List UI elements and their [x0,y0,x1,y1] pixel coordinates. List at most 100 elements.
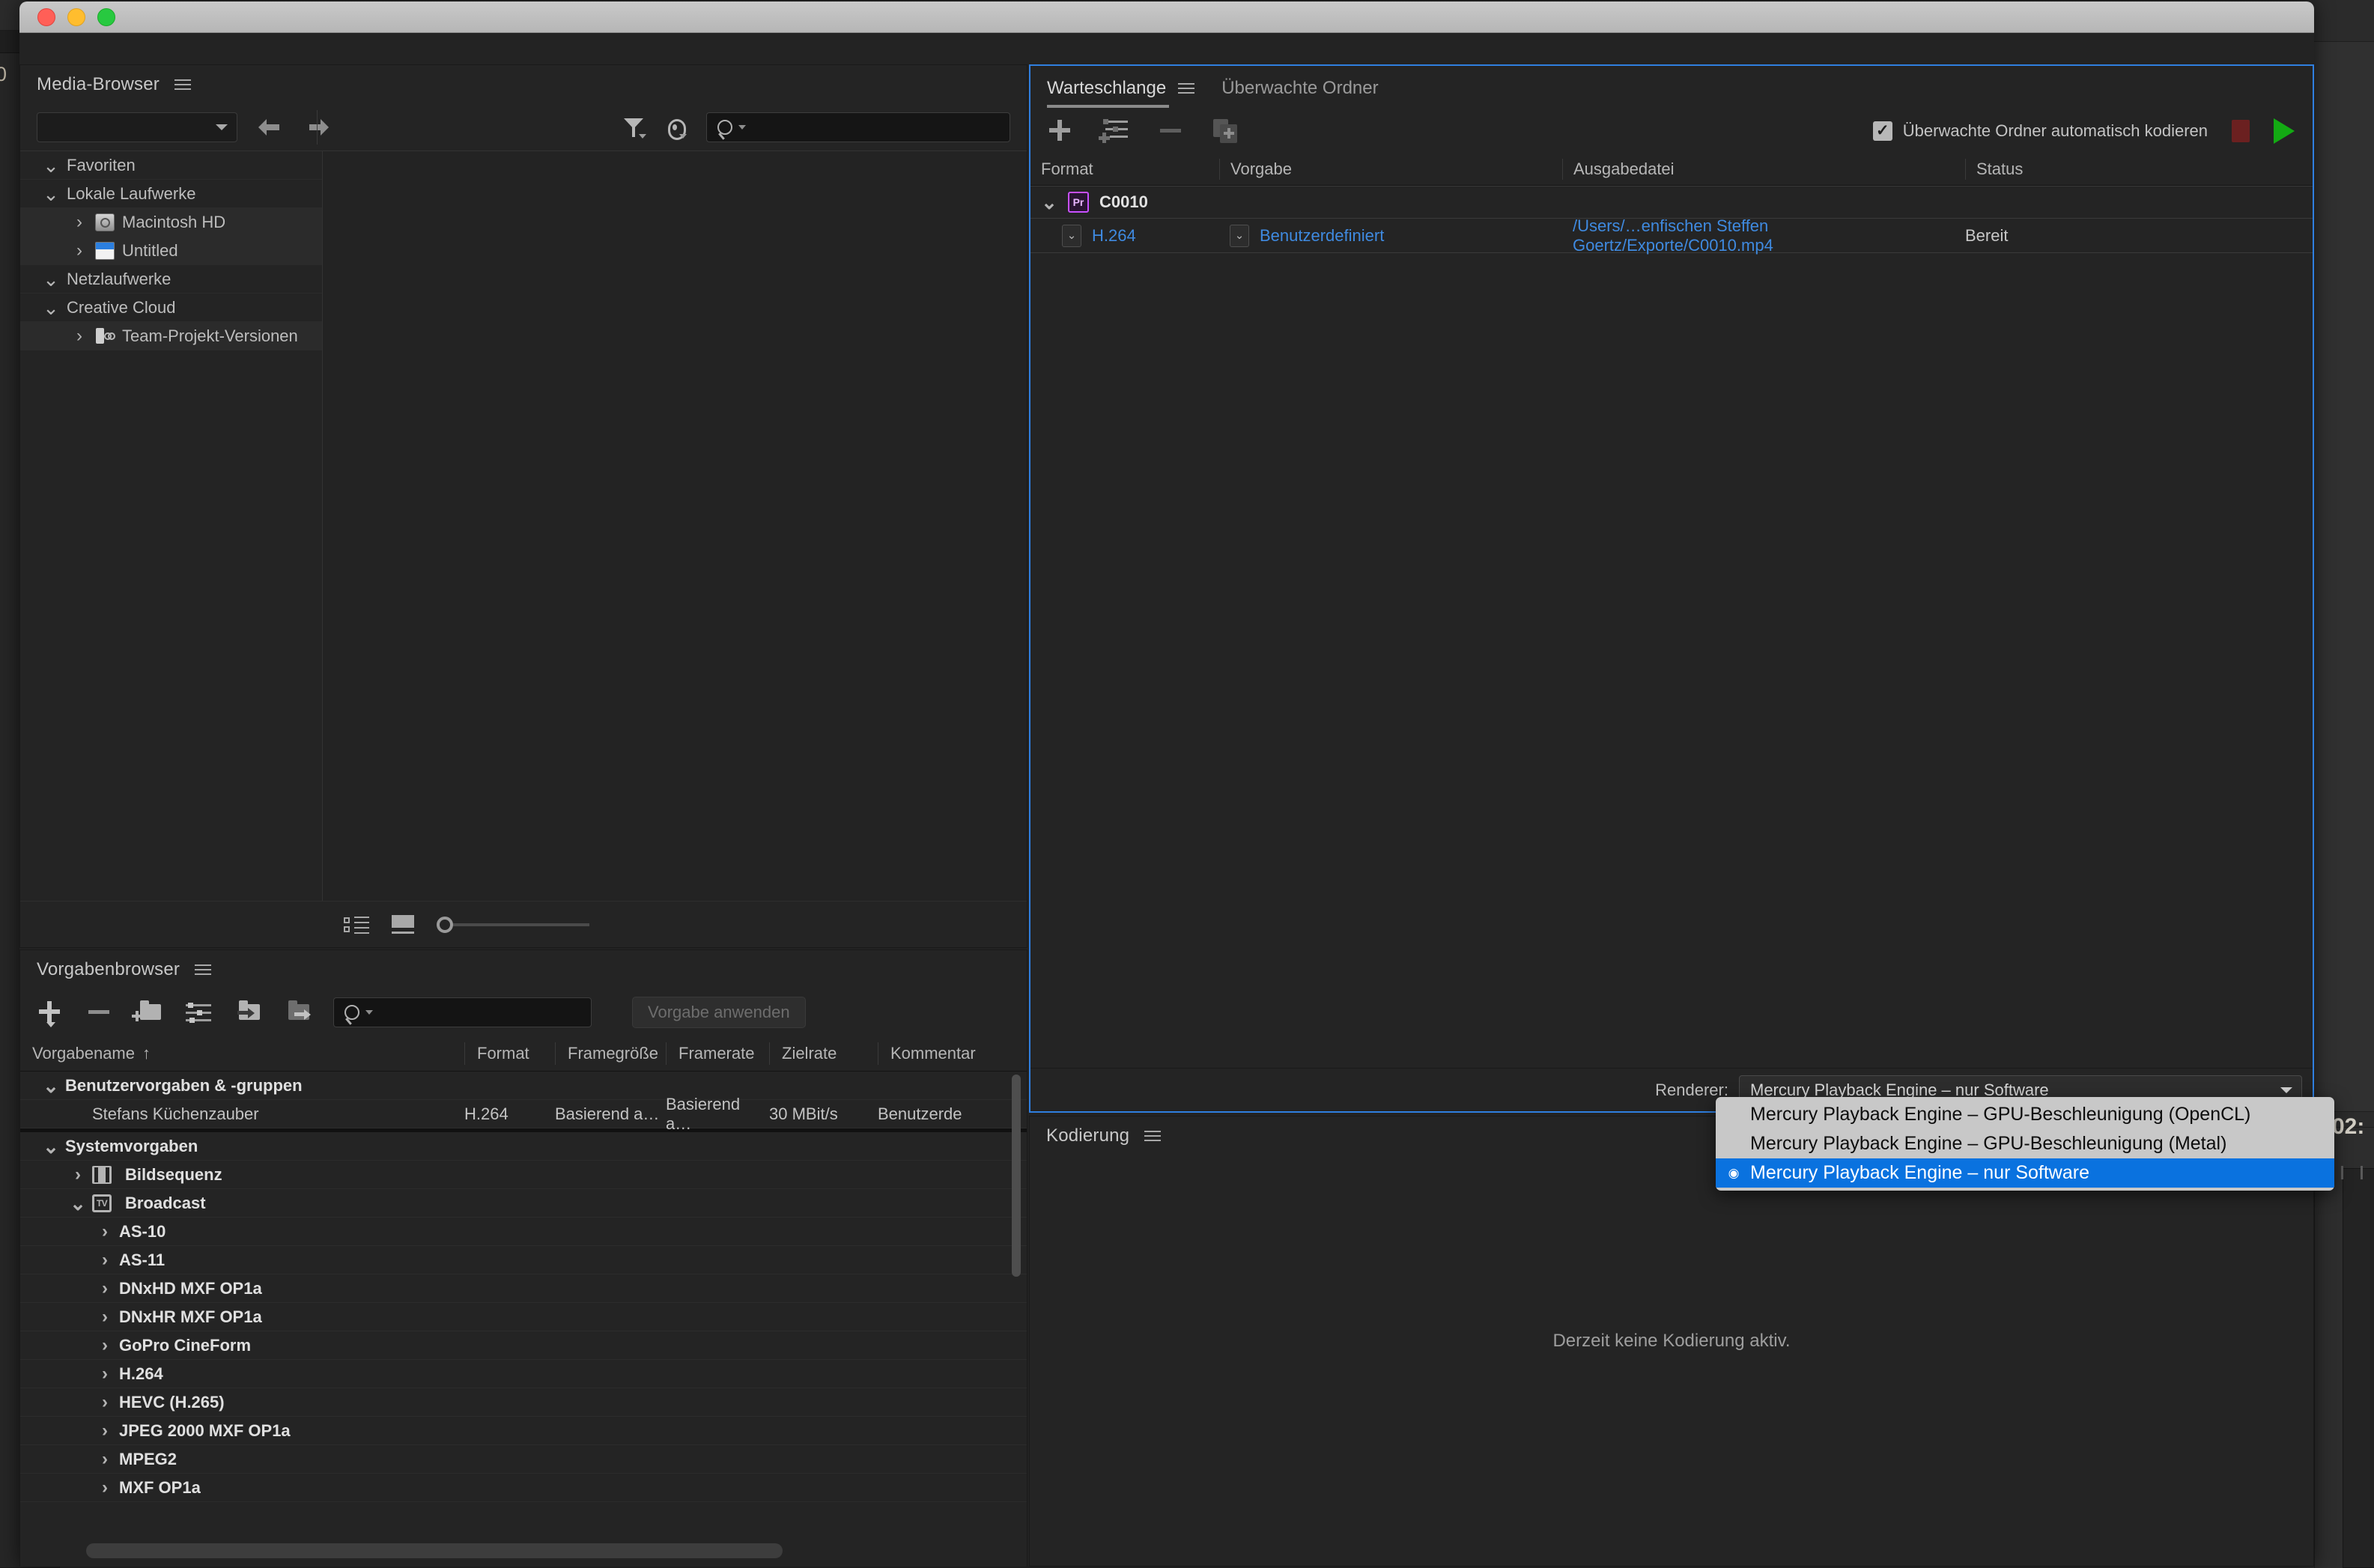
twisty-collapsed-icon[interactable]: › [70,1164,86,1185]
twisty-expanded-icon[interactable]: ⌄ [1041,192,1057,212]
queue-item-format[interactable]: H.264 [1092,226,1136,246]
filter-funnel-icon[interactable] [624,116,646,139]
tab-warteschlange[interactable]: Warteschlange [1047,78,1195,109]
preset-browser-group-row[interactable]: › JPEG 2000 MXF OP1a [20,1417,1027,1445]
back-arrow-icon[interactable] [258,119,284,136]
zoom-slider-knob[interactable] [437,916,453,933]
preset-browser-search-box[interactable] [333,997,592,1027]
preset-settings-icon[interactable] [185,1000,212,1025]
twisty-collapsed-icon[interactable]: › [97,1335,113,1356]
column-header-kommentar[interactable]: Kommentar [878,1042,1027,1065]
column-header-ausgabedatei[interactable]: Ausgabedatei [1562,158,1965,180]
preset-browser-group-row[interactable]: › Bildsequenz [20,1161,1027,1189]
preset-browser-group-row[interactable]: › AS-10 [20,1218,1027,1246]
twisty-collapsed-icon[interactable]: › [97,1307,113,1328]
column-header-framegroesse[interactable]: Framegröße [555,1042,666,1065]
visibility-eye-icon[interactable] [666,116,687,140]
twisty-collapsed-icon[interactable]: › [97,1392,113,1413]
preset-browser-vertical-scrollbar[interactable] [1012,1075,1021,1277]
column-header-format[interactable]: Format [1030,159,1219,180]
maximize-button-icon[interactable] [97,7,115,26]
preset-browser-group-row[interactable]: ⌄ TV Broadcast [20,1189,1027,1218]
thumbnail-zoom-slider[interactable] [437,916,589,933]
queue-tabs[interactable]: Warteschlange Überwachte Ordner [1030,66,2313,109]
media-browser-content-area[interactable] [323,151,1027,901]
twisty-expanded-icon[interactable]: ⌄ [43,1137,59,1156]
media-browser-tree-item[interactable]: ⌄ Netzlaufwerke [20,265,322,294]
media-browser-tree[interactable]: ⌄ Favoriten ⌄ Lokale Laufwerke › Macintosh HD… [20,151,323,901]
search-options-chevron-icon[interactable] [365,1010,373,1015]
queue-item-row[interactable]: ⌄ H.264 ⌄ Benutzerdefiniert/Users/…enfische… [1030,216,2313,255]
twisty-collapsed-icon[interactable]: › [97,1477,113,1498]
preset-browser-group-row[interactable]: ⌄ Systemvorgaben [20,1132,1027,1161]
twisty-collapsed-icon[interactable]: › [71,240,88,261]
window-titlebar[interactable] [19,1,2314,33]
media-browser-tree-item[interactable]: › Untitled [20,237,322,265]
twisty-expanded-icon[interactable]: ⌄ [70,1194,86,1213]
queue-panel-menu-icon[interactable] [1178,83,1195,94]
preset-browser-preset-row[interactable]: Stefans Küchenzauber H.264 Basierend a… Bas… [20,1095,1027,1133]
media-browser-path-dropdown[interactable] [37,112,237,142]
media-browser-tree-item[interactable]: ⌄ Favoriten [20,151,322,180]
preset-browser-group-row[interactable]: ⌄ Benutzervorgaben & -gruppen [20,1072,1027,1100]
media-browser-tree-item[interactable]: ⌄ Creative Cloud [20,294,322,322]
preset-browser-group-row[interactable]: › MXF OP1a [20,1474,1027,1502]
twisty-expanded-icon[interactable]: ⌄ [43,156,59,175]
apply-preset-button[interactable]: Vorgabe anwenden [632,997,806,1028]
column-header-framerate[interactable]: Framerate [666,1042,769,1065]
auto-encode-checkbox[interactable]: ✓ [1872,121,1892,141]
preset-browser-group-row[interactable]: › GoPro CineForm [20,1331,1027,1360]
preset-browser-horizontal-scrollbar[interactable] [86,1543,783,1558]
twisty-collapsed-icon[interactable]: › [97,1278,113,1299]
import-preset-icon[interactable] [234,1000,261,1025]
twisty-collapsed-icon[interactable]: › [71,212,88,233]
renderer-option[interactable]: ◉ Mercury Playback Engine – nur Software [1716,1158,2334,1188]
column-header-format[interactable]: Format [464,1042,555,1065]
queue-list[interactable]: ⌄ Pr C0010 ⌄ H.264 ⌄ Benutzerdefiniert/Users/…… [1030,186,2313,1084]
twisty-expanded-icon[interactable]: ⌄ [43,1076,59,1096]
twisty-collapsed-icon[interactable]: › [71,326,88,347]
column-header-vorgabename[interactable]: Vorgabename [32,1044,135,1063]
media-browser-search-box[interactable] [706,112,1010,142]
twisty-collapsed-icon[interactable]: › [97,1250,113,1271]
search-options-chevron-icon[interactable] [738,125,746,130]
delete-preset-minus-icon[interactable] [86,1000,113,1025]
twisty-collapsed-icon[interactable]: › [97,1221,113,1242]
column-header-zielrate[interactable]: Zielrate [769,1042,878,1065]
renderer-option[interactable]: Mercury Playback Engine – GPU-Beschleuni… [1716,1129,2334,1158]
preset-dropdown-icon[interactable]: ⌄ [1230,224,1249,247]
preset-browser-group-row[interactable]: › MPEG2 [20,1445,1027,1474]
preset-browser-group-row[interactable]: › DNxHD MXF OP1a [20,1274,1027,1303]
stop-queue-icon[interactable] [2232,120,2250,142]
preset-browser-list[interactable]: ⌄ Benutzervorgaben & -gruppen Stefans Küch… [20,1072,1027,1567]
preset-browser-group-row[interactable]: › AS-11 [20,1246,1027,1274]
export-preset-icon[interactable] [284,1000,311,1025]
preset-browser-group-row[interactable]: › DNxHR MXF OP1a [20,1303,1027,1331]
minimize-button-icon[interactable] [67,7,85,26]
preset-browser-group-row[interactable]: › H.264 [20,1360,1027,1388]
renderer-option[interactable]: Mercury Playback Engine – GPU-Beschleuni… [1716,1100,2334,1129]
twisty-expanded-icon[interactable]: ⌄ [43,270,59,289]
twisty-collapsed-icon[interactable]: › [97,1420,113,1441]
media-browser-menu-icon[interactable] [174,79,191,90]
twisty-expanded-icon[interactable]: ⌄ [43,298,59,317]
new-preset-plus-icon[interactable] [37,1000,64,1027]
format-dropdown-icon[interactable]: ⌄ [1062,224,1081,247]
close-button-icon[interactable] [37,7,55,26]
duplicate-icon[interactable] [1213,118,1240,144]
thumbnail-view-icon[interactable] [392,914,414,935]
start-queue-icon[interactable] [2274,118,2295,144]
preset-browser-menu-icon[interactable] [195,964,212,975]
zoom-slider-track[interactable] [453,923,589,926]
column-header-vorgabe[interactable]: Vorgabe [1219,158,1562,180]
forward-arrow-icon[interactable] [303,119,329,136]
renderer-dropdown-menu[interactable]: Mercury Playback Engine – GPU-Beschleuni… [1716,1097,2334,1191]
twisty-collapsed-icon[interactable]: › [97,1364,113,1385]
tab--berwachte-ordner[interactable]: Überwachte Ordner [1221,78,1378,109]
list-view-icon[interactable] [344,916,369,934]
add-source-plus-icon[interactable] [1047,118,1074,144]
queue-group-row[interactable]: ⌄ Pr C0010 [1030,186,2313,219]
twisty-expanded-icon[interactable]: ⌄ [43,184,59,204]
remove-source-minus-icon[interactable] [1158,118,1185,144]
background-window-right[interactable] [2307,41,2374,1112]
